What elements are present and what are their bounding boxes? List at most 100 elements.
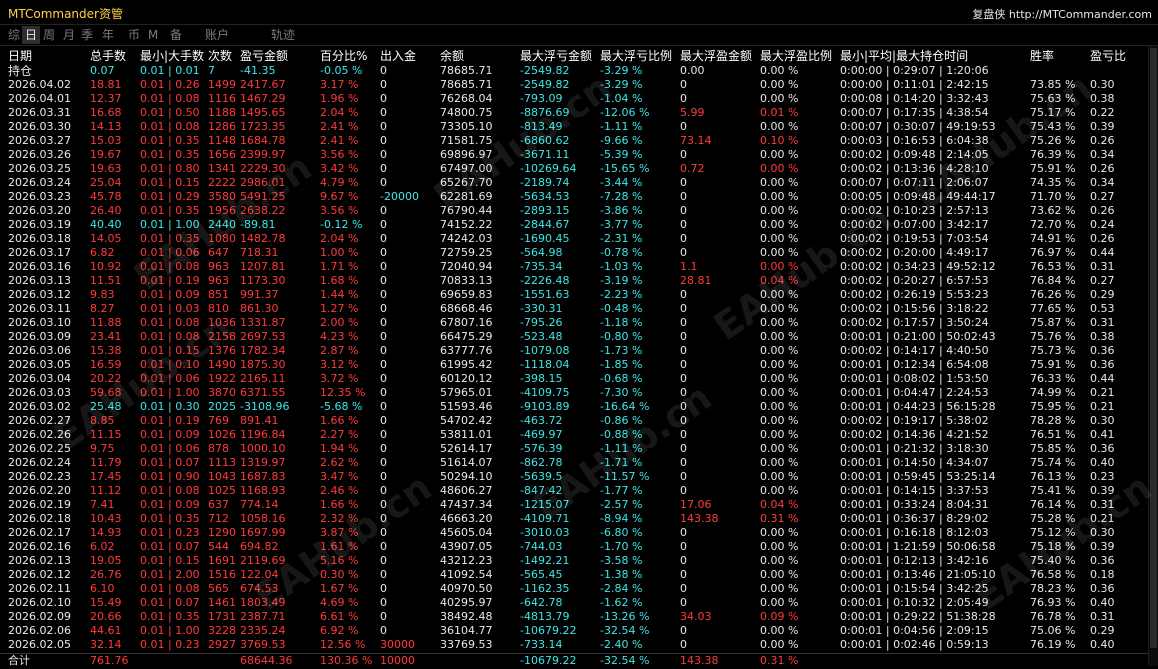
row-date: 2026.03.17 (8, 246, 71, 259)
row-max-float-profit-pct: 0.00 % (760, 554, 799, 567)
tab-1[interactable]: 日 (22, 26, 40, 44)
row-pnl: 2229.30 (240, 162, 286, 175)
row-rr: 0.36 (1090, 344, 1115, 357)
row-lots: 15.03 (90, 134, 122, 147)
row-io: 0 (380, 78, 387, 91)
row-lots: 15.38 (90, 344, 122, 357)
row-pnl: 6371.55 (240, 386, 286, 399)
row-lots: 32.14 (90, 638, 122, 651)
row-max-float-loss: -1492.21 (520, 554, 570, 567)
row-hold-time: 0:00:01 | 0:13:46 | 21:05:10 (840, 568, 996, 581)
row-pct: 2.00 % (320, 316, 359, 329)
row-io: 0 (380, 134, 387, 147)
row-max-float-loss: -4109.75 (520, 386, 570, 399)
tab-9[interactable]: 账户 (192, 26, 242, 44)
row-max-float-profit: 0 (680, 554, 687, 567)
row-lots: 11.51 (90, 274, 122, 287)
tab-8[interactable]: 备 (164, 26, 188, 44)
row-max-float-loss-pct: -3.29 % (600, 78, 643, 91)
tab-0[interactable]: 综 (6, 26, 22, 44)
tab-10[interactable]: 轨迹 (258, 26, 308, 44)
hold-io: 0 (380, 64, 387, 77)
row-pnl: 2387.71 (240, 610, 286, 623)
total-max-float-loss: -10679.22 (520, 654, 577, 667)
row-hold-time: 0:00:00 | 0:11:01 | 2:42:15 (840, 78, 989, 91)
row-minmax: 0.01 | 0.35 (140, 512, 200, 525)
row-max-float-loss: -2549.82 (520, 78, 570, 91)
header-pnl: 盈亏金额 (240, 49, 289, 63)
hold-max-float-loss: -2549.82 (520, 64, 570, 77)
row-hold-time: 0:00:01 | 0:10:32 | 2:05:49 (840, 596, 989, 609)
row-max-float-profit: 34.03 (680, 610, 712, 623)
title-bar: MTCommander资管 复盘侠 http://MTCommander.com (0, 0, 1158, 25)
brand-url[interactable]: http://MTCommander.com (1009, 8, 1152, 21)
row-lots: 14.13 (90, 120, 122, 133)
row-minmax: 0.01 | 0.15 (140, 344, 200, 357)
row-max-float-profit: 0 (680, 316, 687, 329)
row-max-float-loss: -1079.08 (520, 344, 570, 357)
row-max-float-profit: 0 (680, 456, 687, 469)
row-balance: 52614.17 (440, 442, 493, 455)
row-lots: 25.48 (90, 400, 122, 413)
row-hold-time: 0:00:02 | 0:17:57 | 3:50:24 (840, 316, 989, 329)
row-minmax: 0.01 | 0.07 (140, 456, 200, 469)
row-lots: 6.10 (90, 582, 115, 595)
row-minmax: 0.01 | 0.09 (140, 428, 200, 441)
row-max-float-profit-pct: 0.09 % (760, 610, 799, 623)
row-max-float-loss: -2226.48 (520, 274, 570, 287)
row-lots: 8.27 (90, 302, 115, 315)
row-max-float-profit: 1.1 (680, 260, 698, 273)
tab-5[interactable]: 年 (96, 26, 120, 44)
row-win-rate: 76.39 % (1030, 148, 1076, 161)
row-pnl: 1687.83 (240, 470, 286, 483)
row-count: 769 (208, 414, 229, 427)
vertical-scrollbar[interactable] (1148, 46, 1158, 666)
row-pct: 2.41 % (320, 134, 359, 147)
row-max-float-profit-pct: 0.00 % (760, 456, 799, 469)
row-max-float-loss-pct: -1.73 % (600, 344, 643, 357)
row-balance: 40970.50 (440, 582, 493, 595)
row-pct: 2.62 % (320, 456, 359, 469)
row-max-float-profit-pct: 0.00 % (760, 386, 799, 399)
tab-4[interactable]: 季 (78, 26, 96, 44)
row-max-float-loss: -1162.35 (520, 582, 570, 595)
row-win-rate: 75.91 % (1030, 358, 1076, 371)
row-max-float-profit-pct: 0.00 % (760, 162, 799, 175)
row-minmax: 0.01 | 0.15 (140, 554, 200, 567)
row-win-rate: 76.51 % (1030, 428, 1076, 441)
row-max-float-loss-pct: -16.64 % (600, 400, 650, 413)
row-max-float-loss-pct: -2.84 % (600, 582, 643, 595)
row-pnl: 122.04 (240, 568, 279, 581)
row-count: 963 (208, 260, 229, 273)
row-io: 0 (380, 596, 387, 609)
row-max-float-profit-pct: 0.00 % (760, 442, 799, 455)
row-max-float-profit: 0 (680, 92, 687, 105)
row-hold-time: 0:00:05 | 0:09:48 | 49:44:17 (840, 190, 996, 203)
row-balance: 40295.97 (440, 596, 493, 609)
row-win-rate: 76.13 % (1030, 470, 1076, 483)
row-minmax: 0.01 | 0.08 (140, 92, 200, 105)
tab-2[interactable]: 周 (40, 26, 58, 44)
row-date: 2026.02.24 (8, 456, 71, 469)
row-max-float-loss-pct: -0.80 % (600, 330, 643, 343)
row-max-float-profit: 5.99 (680, 106, 705, 119)
row-io: 0 (380, 92, 387, 105)
row-win-rate: 74.91 % (1030, 232, 1076, 245)
row-max-float-profit-pct: 0.00 % (760, 204, 799, 217)
tab-3[interactable]: 月 (60, 26, 78, 44)
total-pnl: 68644.36 (240, 654, 293, 667)
tab-7[interactable]: M (144, 26, 162, 44)
row-minmax: 0.01 | 0.35 (140, 134, 200, 147)
row-max-float-profit: 73.14 (680, 134, 712, 147)
row-pct: 3.12 % (320, 358, 359, 371)
row-max-float-loss: -862.78 (520, 456, 563, 469)
row-date: 2026.02.18 (8, 512, 71, 525)
brand-link[interactable]: 复盘侠 http://MTCommander.com (972, 6, 1152, 22)
tab-6[interactable]: 币 (124, 26, 144, 44)
row-max-float-loss-pct: -3.58 % (600, 554, 643, 567)
row-pct: 3.56 % (320, 204, 359, 217)
row-rr: 0.21 (1090, 512, 1115, 525)
scrollbar-thumb[interactable] (1150, 48, 1157, 648)
row-rr: 0.36 (1090, 554, 1115, 567)
row-max-float-profit: 0 (680, 568, 687, 581)
